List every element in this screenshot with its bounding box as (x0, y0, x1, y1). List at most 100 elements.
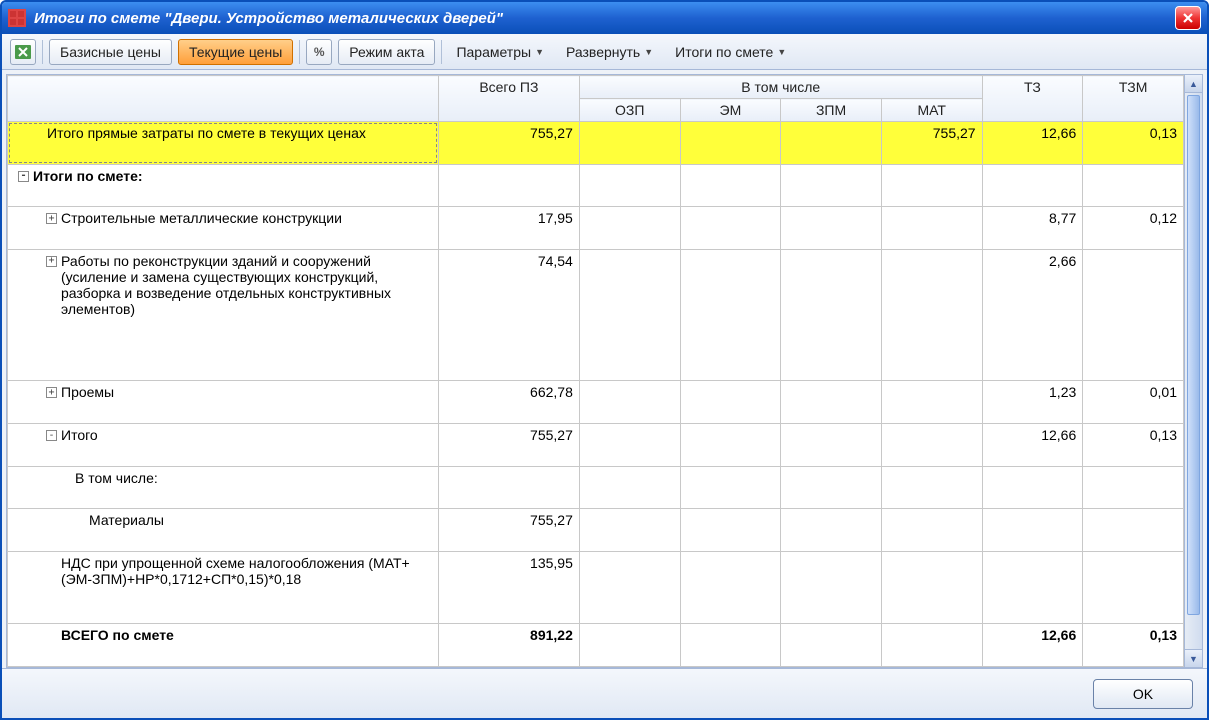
cell-tzm (1083, 466, 1184, 509)
close-button[interactable] (1175, 6, 1201, 30)
row-label: Проемы (61, 384, 432, 400)
cell-mat (881, 551, 982, 623)
expand-menu[interactable]: Развернуть ▼ (558, 39, 661, 65)
expand-icon[interactable]: + (46, 256, 57, 267)
cell-tzm (1083, 164, 1184, 207)
cell-mat (881, 207, 982, 250)
cell-total (438, 164, 579, 207)
cell-ozp (579, 164, 680, 207)
basic-prices-button[interactable]: Базисные цены (49, 39, 172, 65)
toolbar-separator (299, 40, 300, 64)
scroll-down-button[interactable]: ▼ (1185, 649, 1202, 667)
cell-total: 662,78 (438, 381, 579, 424)
cell-tz (982, 164, 1083, 207)
table-row[interactable]: ВСЕГО по смете891,2212,660,13 (8, 624, 1184, 667)
row-label: Итого (61, 427, 432, 443)
app-window: Итоги по смете "Двери. Устройство метали… (0, 0, 1209, 720)
table-row[interactable]: Итого прямые затраты по смете в текущих … (8, 122, 1184, 165)
ok-button[interactable]: OK (1093, 679, 1193, 709)
cell-tz: 8,77 (982, 207, 1083, 250)
cell-tzm (1083, 249, 1184, 381)
cell-em (680, 509, 781, 552)
cell-zpm (781, 624, 882, 667)
cell-tzm: 0,13 (1083, 624, 1184, 667)
row-name-cell: В том числе: (8, 466, 439, 509)
cell-tzm: 0,13 (1083, 122, 1184, 165)
totals-menu[interactable]: Итоги по смете ▼ (667, 39, 794, 65)
row-label: ВСЕГО по смете (61, 627, 432, 643)
cell-tzm: 0,01 (1083, 381, 1184, 424)
table-row[interactable]: +Строительные металлические конструкции1… (8, 207, 1184, 250)
cell-ozp (579, 122, 680, 165)
grid-scroll-area: Всего ПЗ В том числе ТЗ ТЗМ ОЗП ЭМ ЗПМ М… (7, 75, 1184, 667)
menu-label: Развернуть (566, 44, 640, 60)
table-row[interactable]: + Проемы 662,78 1,230,01 (8, 381, 1184, 424)
chevron-down-icon: ▼ (777, 47, 786, 57)
row-name-cell: + Строительные металлические конструкции (8, 207, 439, 250)
current-prices-button[interactable]: Текущие цены (178, 39, 293, 65)
cell-tz: 12,66 (982, 624, 1083, 667)
table-row[interactable]: Материалы755,27 (8, 509, 1184, 552)
col-header-name (8, 76, 439, 122)
scroll-up-button[interactable]: ▲ (1185, 75, 1202, 93)
cell-em (680, 249, 781, 381)
cell-tzm: 0,12 (1083, 207, 1184, 250)
cell-zpm (781, 249, 882, 381)
row-name-cell: Итого прямые затраты по смете в текущих … (8, 122, 439, 165)
menu-label: Итоги по смете (675, 44, 773, 60)
expand-icon[interactable]: + (46, 387, 57, 398)
expand-icon[interactable]: + (46, 213, 57, 224)
col-header-tz: ТЗ (982, 76, 1083, 122)
cell-ozp (579, 207, 680, 250)
app-icon (8, 9, 26, 27)
window-title: Итоги по смете "Двери. Устройство метали… (34, 10, 1175, 27)
row-name-cell: НДС при упрощенной схеме налогообложения… (8, 551, 439, 623)
table-row[interactable]: + Работы по реконструкции зданий и сооруж… (8, 249, 1184, 381)
col-header-zpm: ЗПМ (781, 99, 882, 122)
cell-mat (881, 381, 982, 424)
cell-total: 74,54 (438, 249, 579, 381)
cell-total: 755,27 (438, 424, 579, 467)
cell-total: 135,95 (438, 551, 579, 623)
table-row[interactable]: НДС при упрощенной схеме налогообложения… (8, 551, 1184, 623)
row-label: Итоги по смете: (33, 168, 432, 184)
parameters-menu[interactable]: Параметры ▼ (448, 39, 552, 65)
cell-ozp (579, 551, 680, 623)
cell-mat (881, 466, 982, 509)
cell-tz (982, 509, 1083, 552)
cell-ozp (579, 624, 680, 667)
vertical-scrollbar[interactable]: ▲ ▼ (1184, 75, 1202, 667)
cell-ozp (579, 381, 680, 424)
cell-zpm (781, 164, 882, 207)
export-excel-button[interactable] (10, 39, 36, 65)
collapse-icon[interactable]: - (18, 171, 29, 182)
cell-em (680, 624, 781, 667)
cell-total (438, 466, 579, 509)
cell-tzm (1083, 509, 1184, 552)
scroll-thumb[interactable] (1187, 95, 1200, 615)
table-row[interactable]: В том числе: (8, 466, 1184, 509)
collapse-icon[interactable]: - (46, 430, 57, 441)
cell-zpm (781, 509, 882, 552)
cell-total: 755,27 (438, 122, 579, 165)
cell-tz: 12,66 (982, 424, 1083, 467)
toolbar-separator (441, 40, 442, 64)
row-name-cell: + Проемы (8, 381, 439, 424)
percent-icon-button[interactable]: % (306, 39, 332, 65)
footer-bar: OK (2, 668, 1207, 718)
cell-tz: 1,23 (982, 381, 1083, 424)
cell-mat (881, 249, 982, 381)
cell-zpm (781, 551, 882, 623)
table-row[interactable]: -Итоги по смете: (8, 164, 1184, 207)
row-name-cell: + Работы по реконструкции зданий и сооруж… (8, 249, 439, 381)
act-mode-button[interactable]: Режим акта (338, 39, 435, 65)
toolbar-separator (42, 40, 43, 64)
cell-total: 755,27 (438, 509, 579, 552)
cell-tz (982, 466, 1083, 509)
table-row[interactable]: -Итого755,2712,660,13 (8, 424, 1184, 467)
row-label: Строительные металлические конструкции (61, 210, 432, 226)
cell-tz (982, 551, 1083, 623)
cell-em (680, 551, 781, 623)
cell-tz: 12,66 (982, 122, 1083, 165)
row-label: Работы по реконструкции зданий и сооруже… (61, 253, 432, 317)
